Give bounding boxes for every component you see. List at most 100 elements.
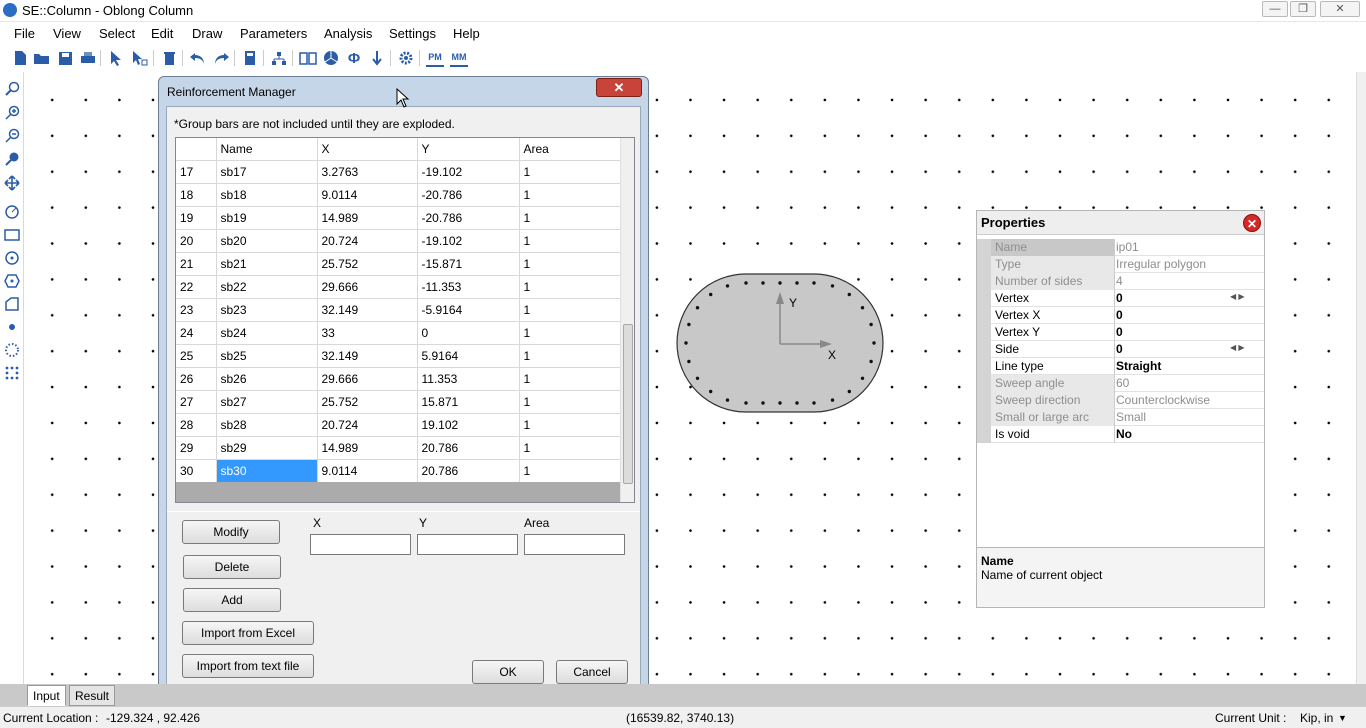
dot-icon[interactable] xyxy=(3,318,21,336)
side-spinner-icon[interactable]: ◀ ▶ xyxy=(1230,343,1256,355)
rebar-dot[interactable] xyxy=(869,322,873,327)
properties-close-icon[interactable]: ✕ xyxy=(1243,214,1261,232)
rebar-dot[interactable] xyxy=(778,281,782,285)
menu-help[interactable]: Help xyxy=(453,26,480,41)
bar-area-cell[interactable]: 1 xyxy=(519,183,621,207)
bar-x-cell[interactable]: 14.989 xyxy=(317,206,418,230)
arrow-down-icon[interactable] xyxy=(368,49,386,67)
prop-row-is-void[interactable]: Is void No xyxy=(977,426,1264,443)
select-area-icon[interactable] xyxy=(131,49,149,67)
bar-x-cell[interactable]: 9.0114 xyxy=(317,459,418,483)
bar-x-cell[interactable]: 29.666 xyxy=(317,367,418,391)
unit-dropdown-icon[interactable]: ▼ xyxy=(1338,713,1347,723)
bar-name-cell[interactable]: sb24 xyxy=(216,321,318,345)
column-header-area[interactable]: Area xyxy=(519,138,621,161)
phi-icon[interactable]: Φ xyxy=(345,49,363,67)
table-row[interactable]: 20 sb20 20.724 -19.102 1 xyxy=(176,229,621,253)
rebar-dot[interactable] xyxy=(847,292,851,297)
bar-y-cell[interactable]: -11.353 xyxy=(417,275,520,299)
zoom-window-icon[interactable] xyxy=(3,150,21,168)
rebar-dot[interactable] xyxy=(872,341,876,345)
rebar-dot[interactable] xyxy=(869,359,873,364)
zoom-out-icon[interactable] xyxy=(3,127,21,145)
menu-draw[interactable]: Draw xyxy=(192,26,222,41)
bar-name-cell[interactable]: sb21 xyxy=(216,252,318,276)
close-window-button[interactable]: ✕ xyxy=(1320,1,1360,17)
prop-row-vertex-y[interactable]: Vertex Y0 xyxy=(977,324,1264,341)
bar-name-cell[interactable]: sb28 xyxy=(216,413,318,437)
column-header-name[interactable]: Name xyxy=(216,138,318,161)
bar-x-cell[interactable]: 25.752 xyxy=(317,252,418,276)
table-row[interactable]: 28 sb28 20.724 19.102 1 xyxy=(176,413,621,437)
bar-area-cell[interactable]: 1 xyxy=(519,160,621,184)
table-scrollbar-thumb[interactable] xyxy=(623,324,633,484)
bar-area-cell[interactable]: 1 xyxy=(519,252,621,276)
bar-x-cell[interactable]: 32.149 xyxy=(317,344,418,368)
menu-parameters[interactable]: Parameters xyxy=(240,26,307,41)
rebar-dot[interactable] xyxy=(695,376,700,380)
prop-row-small-or-large-arc[interactable]: Small or large arc Small xyxy=(977,409,1264,426)
rebar-dot[interactable] xyxy=(687,322,691,327)
bar-y-cell[interactable]: -15.871 xyxy=(417,252,520,276)
table-row[interactable]: 26 sb26 29.666 11.353 1 xyxy=(176,367,621,391)
bar-name-cell[interactable]: sb22 xyxy=(216,275,318,299)
bar-area-cell[interactable]: 1 xyxy=(519,321,621,345)
x-input[interactable] xyxy=(310,534,411,555)
ok-button[interactable]: OK xyxy=(472,660,544,684)
undo-icon[interactable] xyxy=(189,49,207,67)
table-row[interactable]: 19 sb19 14.989 -20.786 1 xyxy=(176,206,621,230)
bar-x-cell[interactable]: 25.752 xyxy=(317,390,418,414)
rebar-dot[interactable] xyxy=(684,341,688,345)
bar-y-cell[interactable]: 20.786 xyxy=(417,436,520,460)
rebar-dot[interactable] xyxy=(778,401,782,405)
bar-name-cell[interactable]: sb18 xyxy=(216,183,318,207)
table-row[interactable]: 22 sb22 29.666 -11.353 1 xyxy=(176,275,621,299)
zoom-icon[interactable] xyxy=(3,80,21,98)
bar-name-cell[interactable]: sb23 xyxy=(216,298,318,322)
grid-bars-icon[interactable] xyxy=(3,364,21,382)
bar-area-cell[interactable]: 1 xyxy=(519,206,621,230)
bar-area-cell[interactable]: 1 xyxy=(519,459,621,483)
table-row[interactable]: 17 sb17 3.2763 -19.102 1 xyxy=(176,160,621,184)
pie-icon[interactable] xyxy=(322,49,340,67)
cancel-button[interactable]: Cancel xyxy=(556,660,628,684)
prop-row-vertex-x[interactable]: Vertex X0 xyxy=(977,307,1264,324)
prop-row-line-type[interactable]: Line type Straight xyxy=(977,358,1264,375)
rebar-dot[interactable] xyxy=(830,284,835,288)
hierarchy-icon[interactable] xyxy=(270,49,288,67)
bar-area-cell[interactable]: 1 xyxy=(519,413,621,437)
canvas-scrollbar[interactable] xyxy=(1356,72,1366,684)
rebar-dot[interactable] xyxy=(709,292,713,297)
oblong-section[interactable]: Y X xyxy=(650,260,910,430)
prop-row-number-of-sides[interactable]: Number of sides 4 xyxy=(977,273,1264,290)
bar-area-cell[interactable]: 1 xyxy=(519,390,621,414)
add-button[interactable]: Add xyxy=(183,588,281,612)
import-from-text-file-button[interactable]: Import from text file xyxy=(182,654,314,678)
bar-y-cell[interactable]: 0 xyxy=(417,321,520,345)
save-icon[interactable] xyxy=(56,49,74,67)
bar-name-cell[interactable]: sb19 xyxy=(216,206,318,230)
dialog-close-button[interactable]: ✕ xyxy=(596,78,642,97)
rebar-dot[interactable] xyxy=(687,359,691,364)
rebar-dot[interactable] xyxy=(725,284,730,288)
bar-x-cell[interactable]: 3.2763 xyxy=(317,160,418,184)
table-row[interactable]: 24 sb24 33 0 1 xyxy=(176,321,621,345)
rebar-dot[interactable] xyxy=(695,306,700,310)
rebar-dot[interactable] xyxy=(812,401,816,405)
tab-input[interactable]: Input xyxy=(27,685,66,706)
rectangle-icon[interactable] xyxy=(3,226,21,244)
bar-area-cell[interactable]: 1 xyxy=(519,298,621,322)
rebar-dot[interactable] xyxy=(795,401,799,405)
current-unit-value[interactable]: Kip, in xyxy=(1300,711,1333,725)
settings-gear-icon[interactable] xyxy=(397,49,415,67)
bar-y-cell[interactable]: 11.353 xyxy=(417,367,520,391)
rebar-dot[interactable] xyxy=(725,398,730,402)
column-header-y[interactable]: Y xyxy=(417,138,520,161)
circle-section-icon[interactable] xyxy=(3,203,21,221)
bar-y-cell[interactable]: 20.786 xyxy=(417,459,520,483)
prop-row-side[interactable]: Side 0 ◀ ▶ xyxy=(977,341,1264,358)
reinforcement-table[interactable]: Name X Y Area 17 sb17 3.2763 -19.102 1 18 sb18… xyxy=(175,137,635,503)
y-input[interactable] xyxy=(417,534,518,555)
table-scrollbar[interactable] xyxy=(620,138,634,502)
delete-button[interactable]: Delete xyxy=(183,555,281,579)
